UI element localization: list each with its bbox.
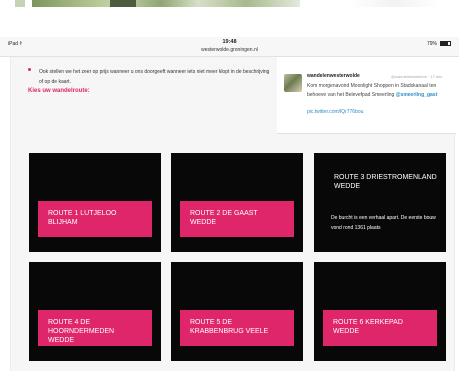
route-label[interactable]: ROUTE 6 KERKEPAD WEDDE [323,310,437,346]
tweet-media-link[interactable]: pic.twitter.com/lQr776bou [307,109,363,115]
route-label[interactable]: ROUTE 2 DE GAAST WEDDE [180,201,294,237]
status-bar: iPad ⫩ 19:48 westerwolde.groningen.nl 79… [0,37,459,57]
avatar[interactable] [284,74,302,92]
route-tile-6[interactable]: ROUTE 6 KERKEPAD WEDDE [314,262,446,361]
top-photo-detail [110,0,136,7]
info-text: Ook stellen we het zeer op prijs wanneer… [39,69,270,85]
tweet-mention-link[interactable]: @smeerling_gast [396,92,438,98]
top-photo [32,0,300,7]
route-tile-5[interactable]: ROUTE 5 DE KRABBENBRUG VEELE [171,262,303,361]
route-label[interactable]: ROUTE 3 DRIESTROMENLAND WEDDE [334,173,446,191]
route-tile-1[interactable]: ROUTE 1 LUTJELOO BLIJHAM [29,153,161,252]
top-photo-fade [350,0,440,7]
top-photo-strip [0,0,459,30]
top-photo-thumbnail [15,0,25,7]
route-heading: Kies uw wandelroute: [28,88,90,94]
route-description: De burcht is een verhaal apart. De eerst… [331,215,436,231]
route-tile-4[interactable]: ROUTE 4 DE HOORNDERMEDEN WEDDE [29,262,161,361]
tweet-username[interactable]: wandelenwesterwolde [307,73,360,79]
route-label[interactable]: ROUTE 4 DE HOORNDERMEDEN WEDDE [38,310,152,346]
status-time: 19:48 [222,39,237,45]
tweet-body: Kom morgenavond Moonlight Shoppen in Sta… [307,82,452,100]
battery-fill [441,42,448,45]
route-label[interactable]: ROUTE 1 LUTJELOO BLIJHAM [38,201,152,237]
route-tile-2[interactable]: ROUTE 2 DE GAAST WEDDE [171,153,303,252]
page-content: Ook stellen we het zeer op prijs wanneer… [10,57,456,371]
battery-percentage: 79% [426,41,437,47]
bullet-icon [28,68,31,71]
route-label[interactable]: ROUTE 5 DE KRABBENBRUG VEELE [180,310,294,346]
tweet-card[interactable]: wandelenwesterwolde @wandelenwesterw · 1… [277,57,456,134]
battery-icon [440,41,451,46]
address-url[interactable]: westerwolde.groningen.nl [0,47,459,53]
tweet-handle[interactable]: @wandelenwesterw · 17 dec [391,74,442,79]
route-tile-3[interactable]: ROUTE 3 DRIESTROMENLAND WEDDE De burcht … [314,153,446,252]
